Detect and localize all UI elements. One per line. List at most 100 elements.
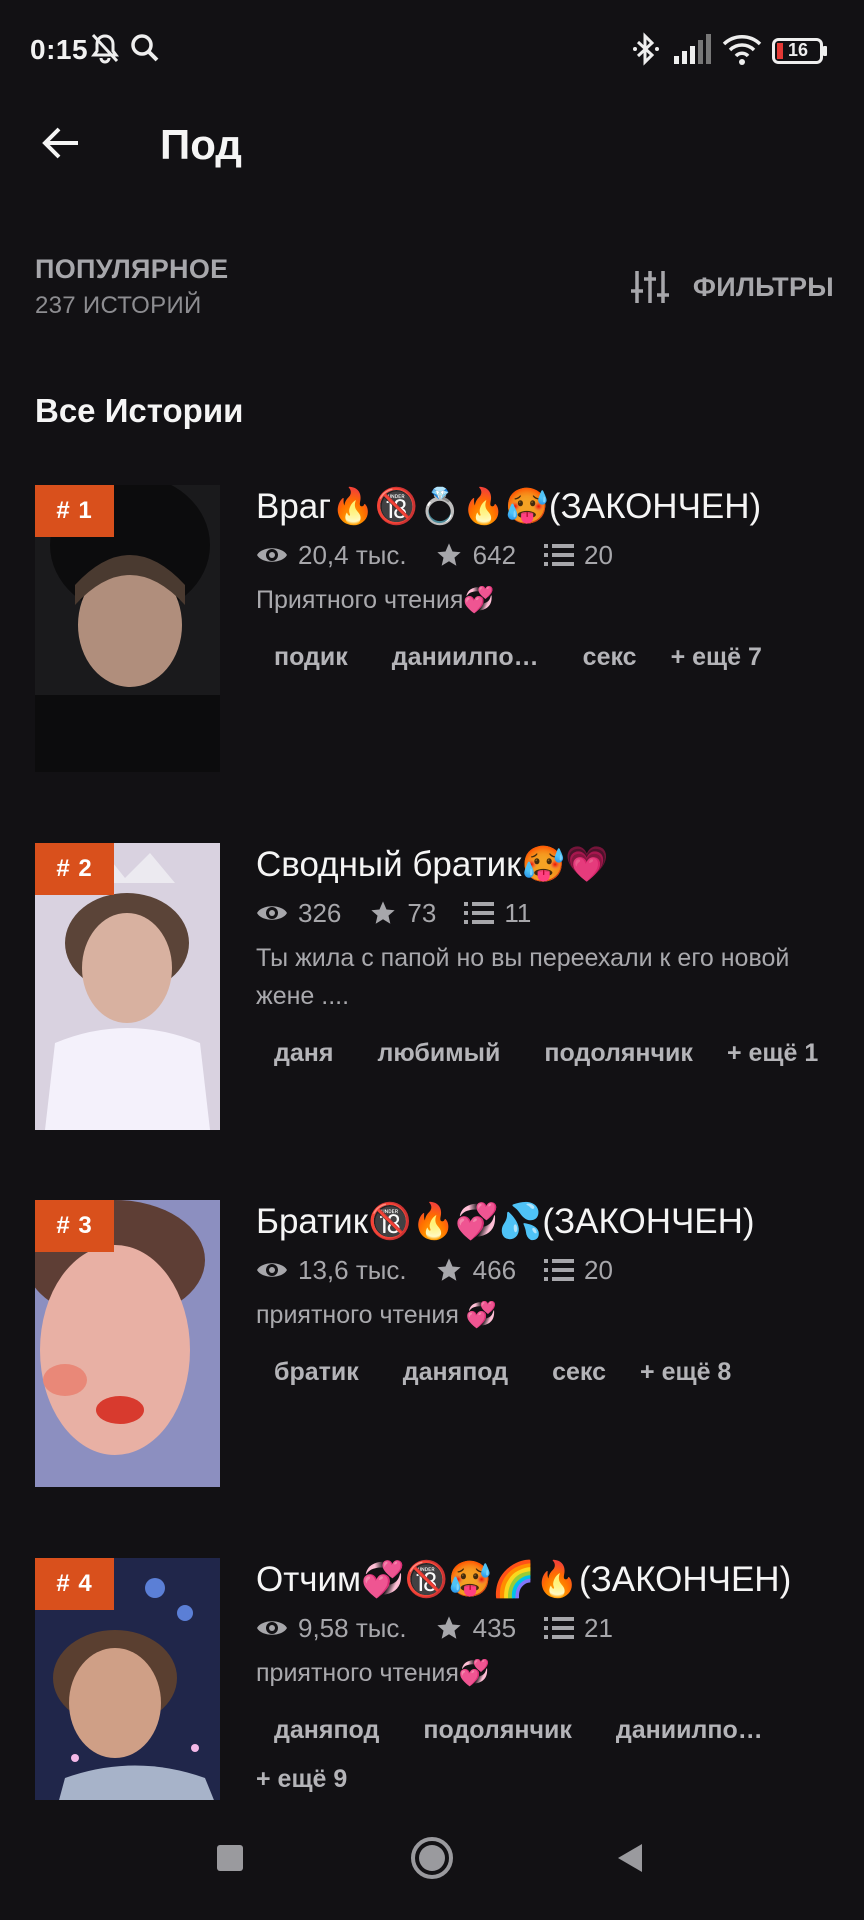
wifi-icon [722,32,762,71]
parts-count: 11 [504,897,532,928]
story-title[interactable]: Враг🔥🔞💍🔥🥵(ЗАКОНЧЕН) [256,485,844,529]
tag[interactable]: даняпод [385,1348,526,1397]
eye-icon [257,1263,287,1277]
section-title: Все Истории [35,392,244,429]
tag[interactable]: подолянчик [526,1029,711,1078]
tag[interactable]: братик [256,1348,377,1397]
battery-level: 16 [788,40,809,60]
status-time: 0:15 [30,34,89,65]
filters-button[interactable]: ФИЛЬТРЫ [630,262,834,312]
tag[interactable]: секс [534,1348,624,1397]
story-stats: 13,6 тыс. 466 20 [256,1252,844,1288]
story-cover-image[interactable]: # 4 [35,1558,220,1815]
story-cover-image[interactable]: # 2 [35,843,220,1130]
eye-icon [257,548,287,562]
parts-stat: 11 [464,898,531,929]
tag-list: даняпод подолянчик даниилпо… + ещё 9 [256,1706,836,1804]
tag-list: даня любимый подолянчик + ещё 1 [256,1029,844,1078]
views-count: 20,4 тыс. [298,539,407,570]
tag[interactable]: даняпод [256,1706,397,1755]
story-description: приятного чтения 💞 [256,1301,498,1329]
tag[interactable]: даня [256,1029,351,1078]
more-tags-button[interactable]: + ещё 8 [632,1348,739,1397]
rank-badge: # 2 [35,843,114,895]
votes-count: 466 [472,1254,517,1285]
tag[interactable]: подик [256,633,366,682]
signal-icon [672,32,712,71]
arrow-left-icon [42,127,78,159]
story-info: Враг🔥🔞💍🔥🥵(ЗАКОНЧЕН) 20,4 тыс. 642 20 При… [256,485,844,682]
votes-stat: 435 [435,1613,516,1644]
rank-badge: # 3 [35,1200,114,1252]
story-title[interactable]: Отчим💞🔞🥵🌈🔥(ЗАКОНЧЕН) [256,1558,844,1602]
parts-stat: 20 [544,1255,613,1286]
star-icon [371,901,396,924]
story-info: Отчим💞🔞🥵🌈🔥(ЗАКОНЧЕН) 9,58 тыс. 435 21 пр… [256,1558,844,1804]
story-info: Братик🔞🔥💞💦(ЗАКОНЧЕН) 13,6 тыс. 466 20 пр… [256,1200,844,1397]
list-icon [544,1617,575,1639]
story-cover-image[interactable]: # 1 [35,485,220,772]
status-bar: 0:15 16 [0,0,864,100]
star-icon [436,1616,461,1639]
story-stats: 9,58 тыс. 435 21 [256,1610,844,1646]
votes-stat: 642 [435,540,516,571]
sliders-icon [630,271,669,303]
system-nav-bar [0,1800,864,1920]
page-title: Под [160,121,242,168]
views-count: 9,58 тыс. [298,1612,407,1643]
eye-icon [257,1621,287,1635]
story-stats: 326 73 11 [256,895,844,931]
story-card[interactable]: # 4 Отчим💞🔞🥵🌈🔥(ЗАКОНЧЕН) 9,58 тыс. 435 2… [0,1558,864,1815]
tag-list: братик даняпод секс + ещё 8 [256,1348,844,1397]
story-title[interactable]: Сводный братик🥵💗 [256,843,844,887]
views-stat: 20,4 тыс. [256,540,407,571]
story-cover-image[interactable]: # 3 [35,1200,220,1487]
tag[interactable]: секс [565,633,655,682]
story-info: Сводный братик🥵💗 326 73 11 Ты жила с пап… [256,843,844,1078]
story-description: приятного чтения💞 [256,1659,491,1687]
back-triangle-icon [618,1844,642,1872]
system-back-button[interactable] [600,1828,660,1888]
tag-list: подик даниилпо… секс + ещё 7 [256,633,844,682]
story-card[interactable]: # 3 Братик🔞🔥💞💦(ЗАКОНЧЕН) 13,6 тыс. 466 2… [0,1200,864,1500]
votes-count: 642 [472,539,517,570]
story-stats: 20,4 тыс. 642 20 [256,537,844,573]
star-icon [436,1258,461,1281]
tag[interactable]: даниилпо… [374,633,557,682]
tag[interactable]: подолянчик [405,1706,590,1755]
views-count: 326 [298,897,342,928]
back-button[interactable] [30,112,92,174]
story-description: Приятного чтения💞 [256,586,495,614]
home-circle-icon [411,1837,453,1879]
home-button[interactable] [402,1828,462,1888]
sort-title[interactable]: ПОПУЛЯРНОЕ [35,254,228,285]
filters-label: ФИЛЬТРЫ [692,271,834,302]
eye-icon [257,906,287,920]
mute-bell-icon [90,32,120,69]
tag[interactable]: даниилпо… [598,1706,781,1755]
rank-badge: # 4 [35,1558,114,1610]
views-stat: 9,58 тыс. [256,1613,407,1644]
bluetooth-icon [632,32,660,71]
star-icon [436,543,461,566]
recents-button[interactable] [200,1828,260,1888]
story-count: 237 ИСТОРИЙ [35,292,202,319]
parts-stat: 21 [544,1613,613,1644]
story-card[interactable]: # 2 Сводный братик🥵💗 326 73 11 Ты жила с… [0,843,864,1143]
views-stat: 326 [256,898,341,929]
parts-count: 20 [584,1254,613,1285]
more-tags-button[interactable]: + ещё 9 [256,1755,355,1804]
votes-count: 435 [472,1612,517,1643]
votes-stat: 73 [369,898,436,929]
votes-stat: 466 [435,1255,516,1286]
views-stat: 13,6 тыс. [256,1255,407,1286]
search-icon [130,32,160,69]
story-description: Ты жила с папой но вы переехали к его но… [256,944,790,1010]
more-tags-button[interactable]: + ещё 1 [719,1029,826,1078]
story-title[interactable]: Братик🔞🔥💞💦(ЗАКОНЧЕН) [256,1200,844,1244]
more-tags-button[interactable]: + ещё 7 [663,633,770,682]
story-card[interactable]: # 1 Враг🔥🔞💍🔥🥵(ЗАКОНЧЕН) 20,4 тыс. 642 20… [0,485,864,785]
rank-badge: # 1 [35,485,114,537]
tag[interactable]: любимый [359,1029,518,1078]
votes-count: 73 [407,897,437,928]
